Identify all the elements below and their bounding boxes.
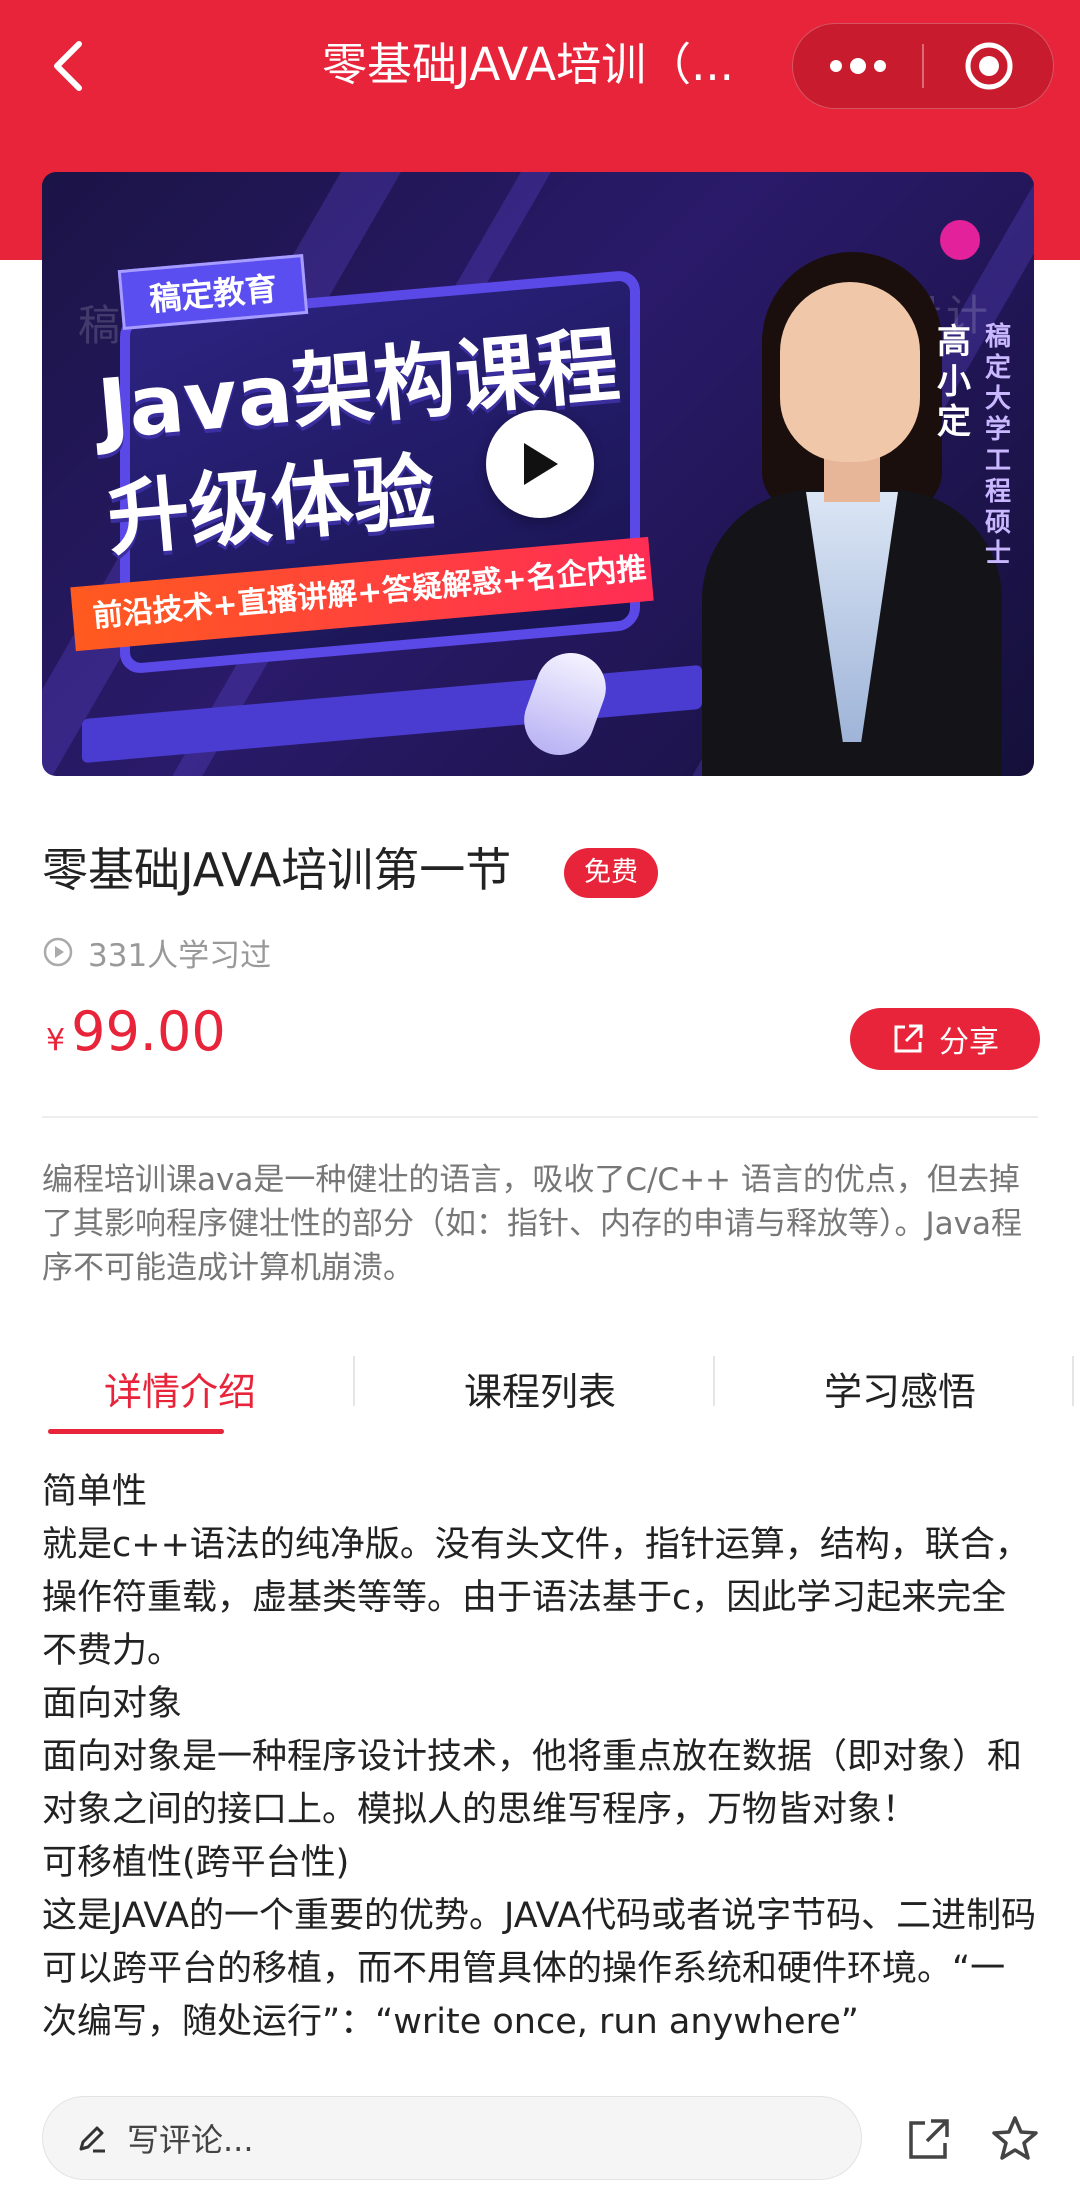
favorite-button[interactable]	[988, 2112, 1042, 2166]
play-button[interactable]	[486, 410, 594, 518]
laptop-base-graphic	[82, 664, 702, 764]
chevron-left-icon	[54, 41, 82, 91]
detail-paragraph: 就是c++语法的纯净版。没有头文件，指针运算，结构，联合，操作符重载，虚基类等等…	[42, 1525, 1030, 1671]
mouse-graphic	[514, 643, 616, 765]
course-video-banner[interactable]: 稿定设计 稿定设计 稿定教育 Java架构课程 升级体验 前沿技术+直播讲解+答…	[42, 172, 1034, 776]
share-label: 分享	[939, 1025, 999, 1060]
detail-content: 简单性 就是c++语法的纯净版。没有头文件，指针运算，结构，联合，操作符重载，虚…	[42, 1466, 1038, 2076]
tab-divider	[1072, 1356, 1074, 1406]
share-icon	[894, 1024, 923, 1053]
bottom-action-bar: 写评论...	[0, 2080, 1080, 2196]
course-detail-page: 零基础JAVA培训（... 稿定设计 稿定设计 稿定教育 Java架构课程 升级…	[0, 0, 1080, 2196]
miniprogram-capsule	[792, 23, 1054, 109]
share-button[interactable]: 分享	[850, 1008, 1040, 1070]
share-page-button[interactable]	[902, 2112, 956, 2166]
page-title: 零基础JAVA培训（...	[322, 38, 734, 91]
back-button[interactable]	[38, 36, 98, 96]
tab-course-list[interactable]: 课程列表	[360, 1348, 720, 1428]
currency-symbol: ¥	[46, 1023, 66, 1058]
tab-details[interactable]: 详情介绍	[0, 1348, 360, 1434]
course-title: 零基础JAVA培训第一节	[42, 843, 512, 897]
tab-learning-notes[interactable]: 学习感悟	[720, 1348, 1080, 1428]
teacher-title: 稿定大学工程硕士	[984, 322, 1011, 569]
divider	[42, 1116, 1038, 1118]
tab-divider	[713, 1356, 715, 1406]
price: ¥ 99.00	[46, 1000, 226, 1076]
share-icon	[909, 2119, 949, 2159]
comment-placeholder: 写评论...	[127, 2121, 254, 2159]
star-icon	[992, 2116, 1038, 2160]
learner-count-text: 331人学习过	[88, 937, 272, 974]
tab-divider	[353, 1356, 355, 1406]
teacher-name: 高小定	[937, 322, 971, 442]
top-bar: 零基础JAVA培训（...	[0, 0, 1080, 130]
learner-count: 331人学习过	[42, 930, 271, 974]
course-summary: 编程培训课ava是一种健壮的语言，吸收了C/C++ 语言的优点，但去掉了其影响程…	[42, 1162, 1022, 1286]
target-circle-icon	[965, 42, 1012, 90]
detail-heading: 面向对象	[42, 1684, 183, 1724]
price-value: 99.00	[71, 1000, 226, 1063]
tab-bar: 详情介绍 课程列表 学习感悟	[0, 1348, 1080, 1434]
free-badge: 免费	[564, 848, 658, 898]
detail-paragraph: 面向对象是一种程序设计技术，他将重点放在数据（即对象）和对象之间的接口上。模拟人…	[42, 1737, 1023, 1830]
detail-heading: 简单性	[42, 1472, 148, 1512]
close-miniprogram-button[interactable]	[924, 24, 1053, 108]
comment-input[interactable]: 写评论...	[42, 2096, 862, 2180]
pencil-icon	[79, 2126, 105, 2153]
more-dots-icon	[829, 58, 886, 74]
detail-paragraph: 这是JAVA的一个重要的优势。JAVA代码或者说字节码、二进制码可以跨平台的移植…	[42, 1896, 1037, 2042]
more-button[interactable]	[793, 24, 922, 108]
play-circle-icon	[43, 937, 73, 967]
detail-heading: 可移植性(跨平台性)	[42, 1843, 350, 1883]
play-icon	[524, 443, 558, 485]
